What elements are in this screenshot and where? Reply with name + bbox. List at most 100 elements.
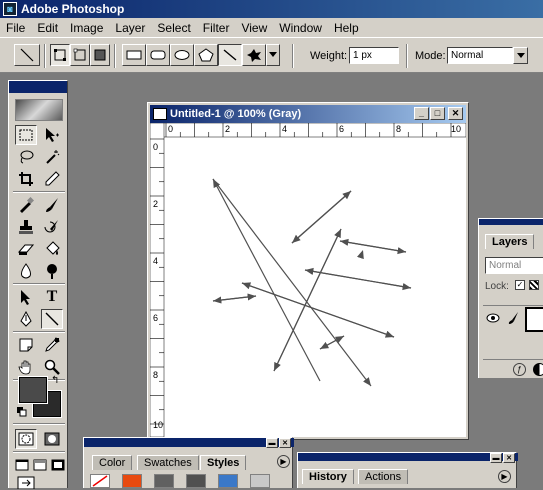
polygon-shape-icon[interactable] — [194, 44, 218, 66]
history-panel-menu-icon[interactable]: ▶ — [498, 470, 511, 483]
menu-help[interactable]: Help — [328, 21, 365, 35]
menu-filter[interactable]: Filter — [197, 21, 236, 35]
lasso-tool-icon[interactable] — [15, 147, 37, 167]
arrow-line[interactable] — [273, 228, 342, 372]
line-tool-icon[interactable] — [41, 309, 63, 329]
eraser-tool-icon[interactable] — [15, 239, 37, 259]
history-panel-title-bar[interactable] — [298, 453, 518, 461]
fill-pixels-mode-icon[interactable] — [90, 44, 110, 66]
full-screen-menu-mode-icon[interactable] — [31, 455, 48, 475]
adjustment-layer-icon[interactable] — [533, 363, 543, 376]
current-tool-line-icon[interactable] — [14, 44, 40, 66]
menu-image[interactable]: Image — [64, 21, 109, 35]
line-shape-icon[interactable] — [218, 44, 242, 66]
maximize-button[interactable]: □ — [430, 107, 445, 120]
arrow-line[interactable] — [241, 282, 395, 338]
layer-style-icon[interactable]: ƒ — [513, 363, 526, 376]
mode-select[interactable]: Normal — [447, 47, 513, 64]
hand-tool-icon[interactable] — [15, 357, 37, 377]
menu-layer[interactable]: Layer — [109, 21, 151, 35]
style-swatch[interactable] — [122, 474, 142, 488]
layer-blend-mode-select[interactable]: Normal — [485, 257, 543, 274]
layers-panel-title-bar[interactable] — [479, 219, 543, 225]
menu-file[interactable]: File — [0, 21, 31, 35]
swap-colors-icon[interactable]: ↰ — [51, 375, 59, 386]
foreground-color-swatch-front[interactable] — [18, 376, 48, 404]
clone-stamp-tool-icon[interactable] — [15, 217, 37, 237]
pen-tool-icon[interactable] — [15, 309, 37, 329]
move-tool-icon[interactable] — [41, 125, 63, 145]
marquee-tool-icon[interactable] — [15, 125, 37, 145]
eyedropper-tool-icon[interactable] — [41, 335, 63, 355]
history-panel-minimize-button[interactable]: ▬ — [490, 453, 502, 463]
style-swatch[interactable] — [250, 474, 270, 488]
arrow-line[interactable] — [319, 335, 345, 350]
tab-styles[interactable]: Styles — [200, 455, 247, 470]
style-swatch[interactable] — [186, 474, 206, 488]
close-button[interactable]: ✕ — [448, 107, 463, 120]
lock-pixels-checkbox[interactable] — [529, 280, 539, 290]
layer-visibility-eye-icon[interactable] — [486, 313, 500, 326]
style-swatch[interactable] — [90, 474, 110, 488]
shape-dropdown-icon[interactable] — [266, 44, 280, 66]
ellipse-shape-icon[interactable] — [170, 44, 194, 66]
zoom-tool-icon[interactable] — [41, 357, 63, 377]
toolbox-title-bar[interactable] — [9, 81, 67, 93]
arrow-line[interactable] — [320, 249, 364, 381]
layer-row[interactable] — [483, 305, 543, 333]
arrow-line[interactable] — [212, 178, 372, 387]
styles-panel-minimize-button[interactable]: ▬ — [266, 438, 278, 448]
drawn-line-shapes[interactable] — [212, 178, 412, 387]
full-screen-mode-icon[interactable] — [49, 455, 66, 475]
healing-brush-tool-icon[interactable] — [15, 195, 37, 215]
styles-panel-close-button[interactable]: ✕ — [279, 438, 291, 448]
lock-transparency-checkbox[interactable]: ✓ — [515, 280, 525, 290]
default-colors-icon[interactable] — [17, 407, 27, 417]
dodge-tool-icon[interactable] — [41, 261, 63, 281]
shape-layer-mode-icon[interactable] — [50, 44, 70, 66]
arrow-line[interactable] — [212, 178, 321, 382]
slice-tool-icon[interactable] — [41, 169, 63, 189]
quick-mask-mode-icon[interactable] — [41, 429, 63, 449]
menu-window[interactable]: Window — [273, 21, 328, 35]
path-mode-icon[interactable] — [70, 44, 90, 66]
menu-select[interactable]: Select — [151, 21, 196, 35]
history-panel-close-button[interactable]: ✕ — [503, 453, 515, 463]
tab-swatches[interactable]: Swatches — [137, 455, 199, 470]
vertical-ruler[interactable] — [150, 123, 165, 437]
tab-color[interactable]: Color — [92, 455, 133, 470]
menu-edit[interactable]: Edit — [31, 21, 64, 35]
brush-tool-icon[interactable] — [41, 195, 63, 215]
tab-layers[interactable]: Layers — [485, 234, 535, 249]
arrow-line[interactable] — [339, 238, 407, 253]
history-brush-tool-icon[interactable] — [41, 217, 63, 237]
blur-tool-icon[interactable] — [15, 261, 37, 281]
type-tool-icon[interactable]: T — [41, 287, 63, 307]
style-swatch[interactable] — [218, 474, 238, 488]
style-swatch[interactable] — [154, 474, 174, 488]
magic-wand-tool-icon[interactable] — [41, 147, 63, 167]
paint-bucket-tool-icon[interactable] — [41, 239, 63, 259]
menu-view[interactable]: View — [235, 21, 273, 35]
rectangle-shape-icon[interactable] — [122, 44, 146, 66]
rounded-rectangle-shape-icon[interactable] — [146, 44, 170, 66]
photoshop-eye-logo[interactable] — [15, 99, 63, 121]
crop-tool-icon[interactable] — [15, 169, 37, 189]
minimize-button[interactable]: _ — [414, 107, 429, 120]
horizontal-ruler[interactable] — [150, 123, 466, 138]
arrow-line[interactable] — [212, 295, 257, 304]
jump-to-imageready-icon[interactable] — [15, 475, 37, 489]
styles-panel-menu-icon[interactable]: ▶ — [277, 455, 290, 468]
arrow-line[interactable] — [291, 190, 352, 244]
arrow-line[interactable] — [304, 267, 412, 289]
styles-panel-title-bar[interactable] — [84, 438, 294, 447]
standard-screen-mode-icon[interactable] — [13, 455, 30, 475]
tab-actions[interactable]: Actions — [358, 469, 409, 484]
mode-dropdown-icon[interactable] — [513, 47, 528, 64]
tab-history[interactable]: History — [302, 469, 354, 484]
document-canvas[interactable]: 0 2 4 6 8 10 0 2 4 6 8 10 — [150, 123, 466, 437]
standard-mode-icon[interactable] — [15, 429, 37, 449]
layer-thumbnail[interactable] — [525, 307, 543, 332]
notes-tool-icon[interactable] — [15, 335, 37, 355]
path-selection-tool-icon[interactable] — [15, 287, 37, 307]
